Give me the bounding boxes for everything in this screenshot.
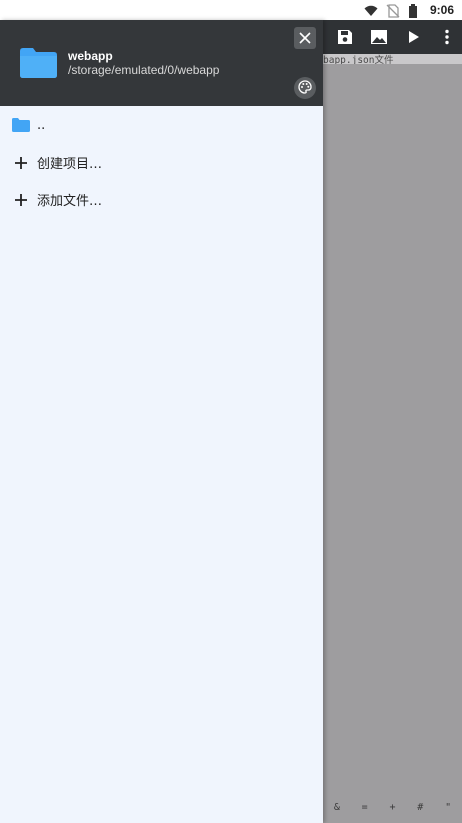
symbol-key[interactable]: " (445, 802, 451, 813)
theme-palette-button[interactable] (294, 77, 316, 99)
battery-icon (408, 3, 422, 18)
close-icon (299, 29, 311, 48)
symbol-bar: & = + # " (323, 792, 462, 823)
folder-icon (20, 48, 57, 78)
create-project-item[interactable]: 创建项目… (0, 144, 323, 181)
plus-icon (12, 154, 30, 172)
palette-icon (298, 79, 312, 98)
symbol-key[interactable]: # (417, 802, 423, 813)
folder-icon (12, 116, 30, 134)
image-icon[interactable] (370, 28, 388, 46)
symbol-key[interactable]: + (389, 802, 395, 813)
project-path: /storage/emulated/0/webapp (68, 63, 220, 77)
drawer-header: webapp /storage/emulated/0/webapp (0, 20, 323, 106)
symbol-key[interactable]: & (334, 802, 340, 813)
close-drawer-button[interactable] (294, 27, 316, 49)
more-vert-icon[interactable] (438, 28, 456, 46)
file-drawer: webapp /storage/emulated/0/webapp .. 创建项… (0, 20, 323, 823)
project-name: webapp (68, 49, 113, 63)
parent-directory-item[interactable]: .. (0, 106, 323, 144)
add-file-item[interactable]: 添加文件… (0, 181, 323, 218)
drawer-file-list: .. 创建项目… 添加文件… (0, 106, 323, 218)
add-file-label: 添加文件… (37, 194, 103, 209)
status-bar: 9:06 (0, 0, 462, 20)
parent-directory-label: .. (37, 117, 46, 133)
save-icon[interactable] (336, 28, 354, 46)
play-icon[interactable] (404, 28, 422, 46)
wifi-icon (364, 3, 378, 17)
editor-toolbar-actions (302, 20, 456, 54)
plus-icon (12, 191, 30, 209)
create-project-label: 创建项目… (37, 157, 103, 172)
no-sim-icon (386, 3, 400, 18)
symbol-key[interactable]: = (362, 802, 368, 813)
clock: 9:06 (429, 3, 454, 17)
